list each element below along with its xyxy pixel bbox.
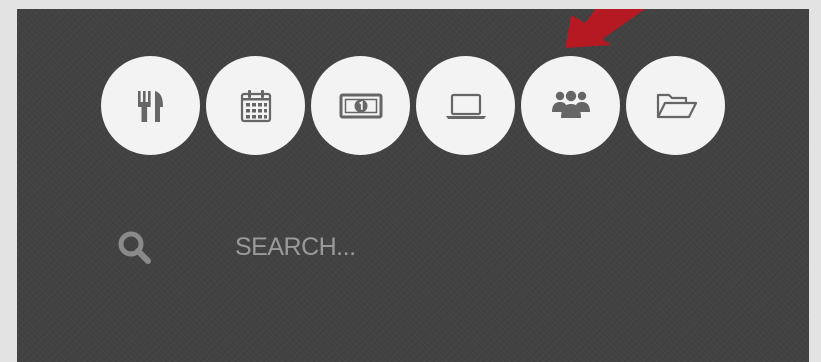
search-icon[interactable]	[115, 228, 155, 268]
community-button[interactable]	[521, 56, 620, 155]
calendar-icon	[240, 89, 271, 122]
category-icon-row	[101, 56, 725, 156]
money-icon	[339, 93, 382, 118]
users-icon	[551, 90, 590, 118]
restaurant-icon	[137, 90, 163, 122]
search-input[interactable]	[235, 227, 655, 267]
payments-button[interactable]	[311, 56, 410, 155]
computer-button[interactable]	[416, 56, 515, 155]
laptop-icon	[445, 93, 486, 119]
pointer-arrow-annotation	[565, 9, 675, 48]
calendar-button[interactable]	[206, 56, 305, 155]
search-bar	[115, 223, 675, 283]
folder-open-icon	[656, 93, 697, 118]
nav-panel	[17, 9, 809, 362]
files-button[interactable]	[626, 56, 725, 155]
dining-button[interactable]	[101, 56, 200, 155]
